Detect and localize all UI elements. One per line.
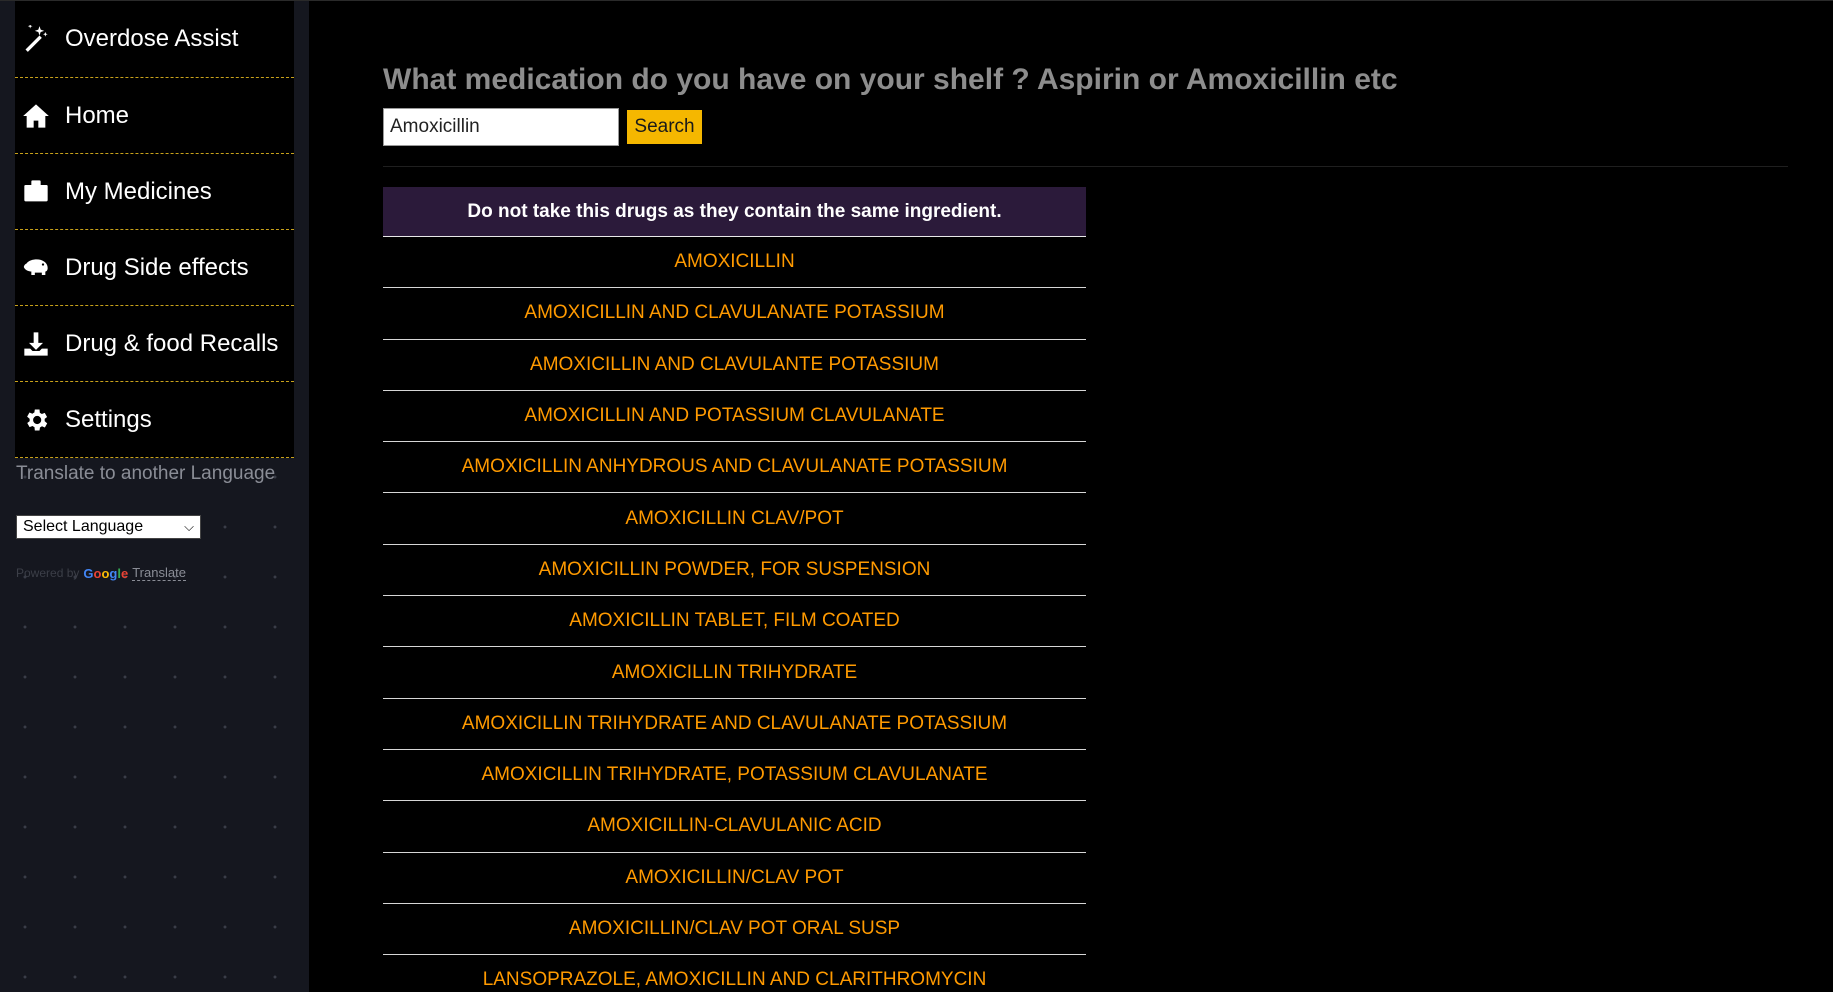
- sidebar-brand[interactable]: Overdose Assist: [15, 1, 294, 78]
- table-row[interactable]: AMOXICILLIN AND CLAVULANATE POTASSIUM: [383, 288, 1086, 340]
- sidebar-item-drug-side-effects[interactable]: Drug Side effects: [15, 230, 294, 306]
- table-row[interactable]: AMOXICILLIN TRIHYDRATE: [383, 647, 1086, 699]
- google-translate-link[interactable]: Translate: [132, 565, 186, 581]
- app-page: Overdose Assist Home My Medicines Drug S…: [0, 0, 1833, 992]
- table-row[interactable]: AMOXICILLIN POWDER, FOR SUSPENSION: [383, 545, 1086, 597]
- powered-by-google: Powered by Google Translate: [16, 565, 186, 581]
- google-logo: Google: [83, 565, 129, 581]
- gear-icon: [21, 405, 51, 435]
- table-row[interactable]: AMOXICILLIN AND POTASSIUM CLAVULANATE: [383, 391, 1086, 443]
- sidebar-item-label: Settings: [65, 405, 152, 433]
- results-header: Do not take this drugs as they contain t…: [383, 187, 1086, 237]
- magic-wand-icon: [21, 24, 51, 54]
- powered-by-prefix: Powered by: [16, 566, 80, 580]
- table-row[interactable]: AMOXICILLIN/CLAV POT: [383, 853, 1086, 904]
- chevron-down-icon: ⌵: [184, 519, 194, 534]
- sidebar-menu: Overdose Assist Home My Medicines Drug S…: [15, 1, 294, 458]
- page-title: What medication do you have on your shel…: [383, 63, 1398, 96]
- sidebar-item-home[interactable]: Home: [15, 78, 294, 154]
- language-select[interactable]: Select Language ⌵: [16, 515, 201, 539]
- search-button[interactable]: Search: [627, 110, 702, 144]
- language-select-value: Select Language: [23, 518, 144, 535]
- hippo-icon: [21, 253, 51, 283]
- sidebar-item-my-medicines[interactable]: My Medicines: [15, 154, 294, 230]
- sidebar-item-label: Home: [65, 101, 130, 129]
- download-icon: [21, 329, 51, 359]
- brand-label: Overdose Assist: [65, 25, 239, 52]
- section-divider: [383, 166, 1788, 167]
- results-table: Do not take this drugs as they contain t…: [383, 187, 1086, 992]
- translate-label: Translate to another Language: [16, 463, 276, 484]
- table-row[interactable]: AMOXICILLIN ANHYDROUS AND CLAVULANATE PO…: [383, 442, 1086, 494]
- main-content: What medication do you have on your shel…: [309, 1, 1833, 992]
- table-row[interactable]: AMOXICILLIN AND CLAVULANTE POTASSIUM: [383, 340, 1086, 391]
- table-row[interactable]: LANSOPRAZOLE, AMOXICILLIN AND CLARITHROM…: [383, 955, 1086, 992]
- sidebar-item-recalls[interactable]: Drug & food Recalls: [15, 306, 294, 382]
- sidebar-item-label: Drug & food Recalls: [65, 329, 279, 357]
- sidebar-item-label: Drug Side effects: [65, 253, 249, 281]
- sidebar: Overdose Assist Home My Medicines Drug S…: [0, 1, 309, 992]
- table-row[interactable]: AMOXICILLIN TRIHYDRATE AND CLAVULANATE P…: [383, 699, 1086, 750]
- sidebar-item-label: My Medicines: [65, 177, 212, 205]
- search-input[interactable]: Amoxicillin: [383, 108, 619, 146]
- table-row[interactable]: AMOXICILLIN-CLAVULANIC ACID: [383, 801, 1086, 853]
- table-row[interactable]: AMOXICILLIN TABLET, FILM COATED: [383, 596, 1086, 648]
- table-row[interactable]: AMOXICILLIN TRIHYDRATE, POTASSIUM CLAVUL…: [383, 750, 1086, 802]
- home-icon: [21, 101, 51, 131]
- table-row[interactable]: AMOXICILLIN CLAV/POT: [383, 493, 1086, 545]
- table-row[interactable]: AMOXICILLIN/CLAV POT ORAL SUSP: [383, 904, 1086, 956]
- medicine-kit-icon: [21, 177, 51, 207]
- sidebar-item-settings[interactable]: Settings: [15, 382, 294, 458]
- table-row[interactable]: AMOXICILLIN: [383, 237, 1086, 289]
